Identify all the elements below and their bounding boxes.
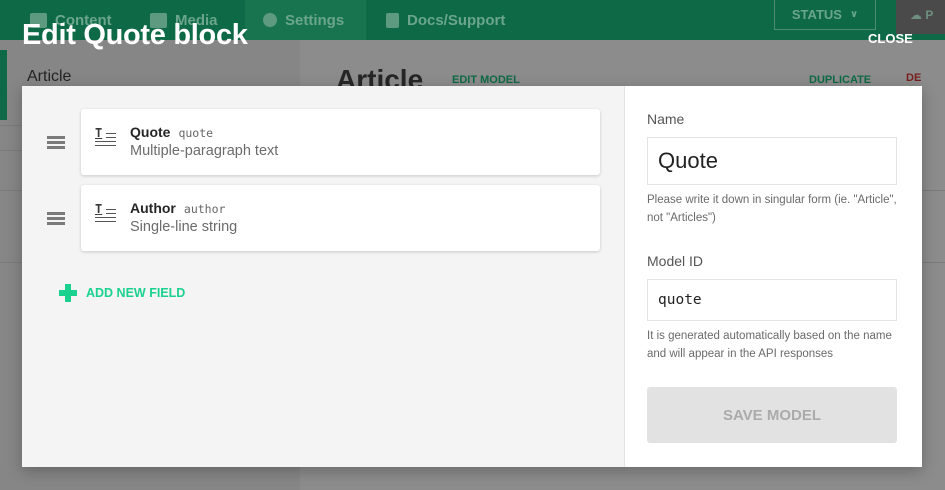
field-card-author[interactable]: T Author author Single-line string	[81, 185, 600, 251]
nav-settings[interactable]: Settings	[245, 0, 366, 40]
field-name: Author author	[130, 200, 225, 216]
delete-link[interactable]: DE	[906, 72, 921, 84]
fields-pane: T Quote quote Multiple-paragraph text T	[22, 86, 625, 467]
field-row: T Author author Single-line string	[22, 185, 625, 251]
name-hint: Please write it down in singular form (i…	[647, 194, 897, 224]
name-label: Name	[647, 111, 685, 127]
chevron-down-icon: ∨	[849, 9, 859, 20]
save-model-button[interactable]: SAVE MODEL	[647, 387, 897, 443]
text-field-icon: T	[95, 202, 116, 226]
plus-icon	[59, 284, 77, 302]
nav-docs[interactable]: Docs/Support	[368, 0, 523, 40]
edit-block-modal: T Quote quote Multiple-paragraph text T	[22, 86, 922, 467]
field-type: Multiple-paragraph text	[130, 143, 279, 159]
field-label: Author	[130, 200, 176, 216]
sidebar-active-indicator	[0, 50, 7, 120]
status-button[interactable]: STATUS ∨	[774, 0, 876, 30]
add-new-field-label: ADD NEW FIELD	[86, 286, 186, 300]
duplicate-link[interactable]: DUPLICATE	[809, 74, 871, 86]
drag-handle-icon[interactable]	[47, 136, 65, 149]
nav-docs-label: Docs/Support	[407, 11, 506, 29]
gear-icon	[263, 13, 277, 27]
book-icon	[386, 12, 399, 28]
field-api-key: author	[183, 202, 226, 216]
field-name: Quote quote	[130, 124, 213, 140]
model-settings-pane: Name Please write it down in singular fo…	[625, 86, 922, 467]
text-field-icon: T	[95, 126, 116, 150]
field-api-key: quote	[178, 126, 214, 140]
edit-model-link[interactable]: EDIT MODEL	[452, 74, 520, 86]
close-button[interactable]: CLOSE	[868, 31, 913, 46]
field-row: T Quote quote Multiple-paragraph text	[22, 109, 625, 175]
nav-settings-label: Settings	[285, 11, 345, 29]
sidebar-title[interactable]: Article	[27, 68, 71, 86]
modal-title: Edit Quote block	[22, 19, 248, 51]
publish-button[interactable]: ☁ P	[896, 0, 945, 34]
field-type: Single-line string	[130, 219, 238, 235]
cloud-upload-icon: ☁	[910, 8, 922, 22]
model-id-hint: It is generated automatically based on t…	[647, 330, 892, 360]
add-new-field-button[interactable]: ADD NEW FIELD	[59, 284, 185, 302]
field-card-quote[interactable]: T Quote quote Multiple-paragraph text	[81, 109, 600, 175]
field-label: Quote	[130, 124, 171, 140]
publish-label: P	[925, 8, 934, 22]
status-label: STATUS	[791, 7, 842, 22]
name-input[interactable]	[647, 137, 897, 185]
model-id-label: Model ID	[647, 253, 704, 269]
drag-handle-icon[interactable]	[47, 212, 65, 225]
model-id-input[interactable]	[647, 279, 897, 321]
